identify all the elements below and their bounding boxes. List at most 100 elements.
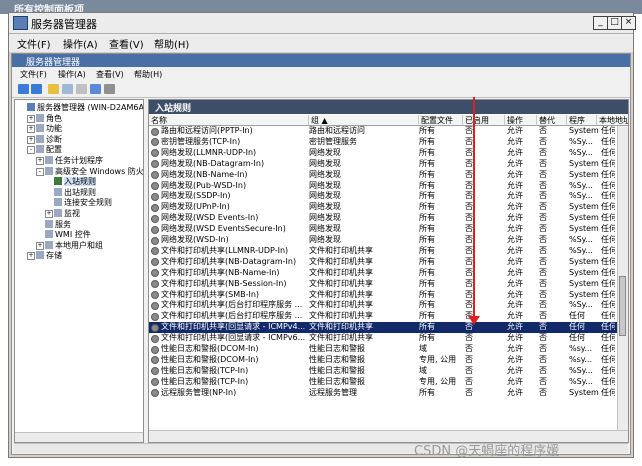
table-cell: 否 (465, 289, 473, 299)
maximize-button[interactable]: □ (607, 16, 622, 30)
expand-icon[interactable]: + (27, 125, 35, 134)
table-row[interactable]: 网络发现(Pub-WSD-In) 网络发现 所有 否 允许 否 %Sy... 任何 (149, 181, 617, 192)
table-row[interactable]: 性能日志和警报(TCP-In)性能日志和警报专用, 公用否允许否%Sy...任何 (149, 377, 617, 388)
table-row[interactable]: 性能日志和警报(TCP-In) 性能日志和警报 域 否 允许 否 %Sy... 任何 (149, 366, 617, 377)
rule-disabled-icon (151, 334, 159, 343)
tree-item[interactable]: - 高级安全 Windows 防火墙 (36, 166, 143, 177)
table-row[interactable]: 文件和打印机共享(NB-Name-In) 文件和打印机共享 所有 否 允许 否 System… (149, 268, 617, 279)
column-group[interactable]: 组 ▲ (309, 115, 419, 126)
inner-menu-file[interactable]: 文件(F) (20, 69, 47, 80)
table-row[interactable]: 网络发现(NB-Name-In) 网络发现 所有 否 允许 否 System任何 (149, 170, 617, 181)
table-cell: 所有 (419, 180, 435, 190)
tree-item[interactable]: + 监视 (45, 208, 80, 219)
menu-action[interactable]: 操作(A) (63, 36, 98, 51)
tree-item[interactable]: + 角色 (27, 113, 62, 124)
expand-icon[interactable]: + (27, 135, 35, 144)
table-cell: 否 (465, 235, 473, 244)
table-row[interactable]: 文件和打印机共享(后台打印程序服务 ... 文件和打印机共享 所有 否 允许 否 %Sy..… (149, 300, 617, 311)
show-tree-icon[interactable] (62, 84, 73, 94)
column-name[interactable]: 名称 (149, 115, 309, 126)
table-row[interactable]: 远程服务管理(NP-In) 远程服务管理 所有 否 允许 否 System任何 (149, 388, 617, 399)
expand-icon[interactable]: + (27, 114, 35, 123)
tree-item[interactable]: 出站规则 (54, 187, 96, 198)
back-icon[interactable] (18, 84, 29, 94)
tree-item[interactable]: - 配置 (27, 144, 62, 155)
forward-icon[interactable] (31, 84, 42, 94)
collapse-icon[interactable]: - (27, 146, 35, 155)
table-cell: 任何 (601, 387, 615, 397)
table-cell: %Sy... (569, 191, 593, 201)
table-cell: %Sy... (569, 376, 593, 386)
close-button[interactable]: × (621, 16, 636, 30)
table-row[interactable]: 网络发现(LLMNR-UDP-In) 网络发现 所有 否 允许 否 %Sy... 任何 (149, 148, 617, 159)
table-cell: %Sy... (569, 136, 593, 146)
rule-disabled-icon (151, 149, 159, 158)
tree-item[interactable]: 服务 (45, 219, 71, 230)
table-row[interactable]: 网络发现(WSD-In) 网络发现 所有 否 允许 否 %Sy... 任何 (149, 235, 617, 246)
table-cell: 否 (539, 311, 547, 321)
table-row[interactable]: 文件和打印机共享(后台打印程序服务 ...文件和打印机共享所有否允许否任何任何 (149, 311, 617, 322)
tree-item[interactable]: 连接安全规则 (54, 197, 112, 208)
table-cell: 允许 (507, 256, 523, 266)
column-profile[interactable]: 配置文件 (419, 115, 463, 126)
tree-item[interactable]: + 功能 (27, 123, 62, 134)
tree-item[interactable]: 入站规则 (54, 176, 96, 187)
table-row[interactable]: 网络发现(SSDP-In) 网络发现 所有 否 允许 否 %Sy... 任何 (149, 191, 617, 202)
table-cell: 允许 (507, 278, 523, 288)
list-vertical-scrollbar[interactable] (617, 126, 628, 430)
column-enabled[interactable]: 已启用 (463, 115, 505, 126)
column-local-address[interactable]: 本地地址 (597, 115, 628, 126)
table-row[interactable]: 网络发现(WSD EventsSecure-In) 网络发现 所有 否 允许 否 Syste… (149, 224, 617, 235)
table-row[interactable]: 文件和打印机共享(回显请求 - ICMPv6... 文件和打印机共享 所有 否 允许 否 任… (149, 333, 617, 344)
table-row[interactable]: 密钥管理服务(TCP-In) 密钥管理服务 所有 否 允许 否 %Sy... 任何 (149, 137, 617, 148)
table-row[interactable]: 文件和打印机共享(NB-Session-In) 文件和打印机共享 所有 否 允许 否 Sys… (149, 279, 617, 290)
rule-disabled-icon (151, 182, 159, 190)
table-cell: 网络发现(UPnP-In) (161, 202, 230, 212)
table-cell: 任何 (601, 191, 615, 201)
tree-item[interactable]: + 存储 (27, 250, 62, 261)
table-cell: 所有 (419, 213, 435, 223)
table-row[interactable]: 网络发现(NB-Datagram-In) 网络发现 所有 否 允许 否 System任何 (149, 159, 617, 170)
column-action[interactable]: 操作 (505, 115, 537, 126)
table-row[interactable]: 网络发现(WSD Events-In) 网络发现 所有 否 允许 否 System任何 (149, 213, 617, 224)
tree-item[interactable]: 服务器管理器 (WIN-D2AM6AFASV (27, 102, 143, 113)
tree-horizontal-scrollbar[interactable] (15, 432, 143, 442)
rule-disabled-icon (151, 258, 159, 267)
table-row[interactable]: 路由和远程访问(PPTP-In) 路由和远程访问 所有 否 允许 否 System任何 (149, 126, 617, 137)
table-row[interactable]: 性能日志和警报(DCOM-In) 性能日志和警报 专用, 公用否允许否 %sy... 任… (149, 355, 617, 366)
tree-item[interactable]: WMI 控件 (45, 229, 91, 240)
table-row[interactable]: 文件和打印机共享(NB-Datagram-In) 文件和打印机共享 所有 否 允许 否 Sy… (149, 257, 617, 268)
tree-node-icon (36, 145, 44, 154)
expand-icon[interactable]: + (45, 210, 53, 218)
minimize-button[interactable]: _ (593, 16, 608, 30)
table-row[interactable]: 性能日志和警报(DCOM-In) 性能日志和警报 域 否 允许 否 %sy... 任何 (149, 344, 617, 355)
inner-menu-action[interactable]: 操作(A) (58, 69, 86, 80)
up-folder-icon[interactable] (48, 84, 59, 94)
tree-item[interactable]: + 诊断 (27, 134, 62, 145)
table-row[interactable]: 文件和打印机共享(SMB-In) 文件和打印机共享 所有 否 允许 否 System任何 (149, 290, 617, 301)
expand-icon[interactable]: + (36, 241, 44, 250)
column-program[interactable]: 程序 (567, 115, 597, 126)
table-cell: %sy... (569, 344, 592, 353)
menu-view[interactable]: 查看(V) (109, 36, 144, 51)
inner-menu-view[interactable]: 查看(V) (96, 69, 124, 80)
table-row[interactable]: 文件和打印机共享(LLMNR-UDP-In) 文件和打印机共享 所有 否 允许 否 %Sy.… (149, 246, 617, 257)
scroll-thumb[interactable] (619, 276, 626, 336)
table-cell: 所有 (419, 224, 435, 234)
expand-icon[interactable]: + (27, 252, 35, 261)
column-override[interactable]: 替代 (537, 115, 567, 126)
inner-titlebar: 服务器管理器 (12, 54, 630, 68)
table-row[interactable]: 文件和打印机共享(回显请求 - ICMPv4... 文件和打印机共享 所有否允许否任… (149, 322, 617, 334)
tree-item[interactable]: + 本地用户和组 (36, 240, 103, 251)
expand-icon[interactable]: + (36, 157, 44, 165)
menu-help[interactable]: 帮助(H) (154, 36, 189, 51)
properties-icon[interactable] (76, 84, 87, 94)
table-cell: 否 (539, 191, 547, 201)
inner-menu-help[interactable]: 帮助(H) (134, 69, 162, 80)
show-action-pane-icon[interactable] (104, 84, 115, 94)
table-row[interactable]: 网络发现(UPnP-In) 网络发现 所有 否 允许 否 System任何 (149, 202, 617, 213)
tree-item[interactable]: + 任务计划程序 (36, 155, 103, 166)
collapse-icon[interactable]: - (36, 167, 44, 176)
help-icon[interactable] (90, 84, 101, 94)
menu-file[interactable]: 文件(F) (17, 36, 51, 51)
